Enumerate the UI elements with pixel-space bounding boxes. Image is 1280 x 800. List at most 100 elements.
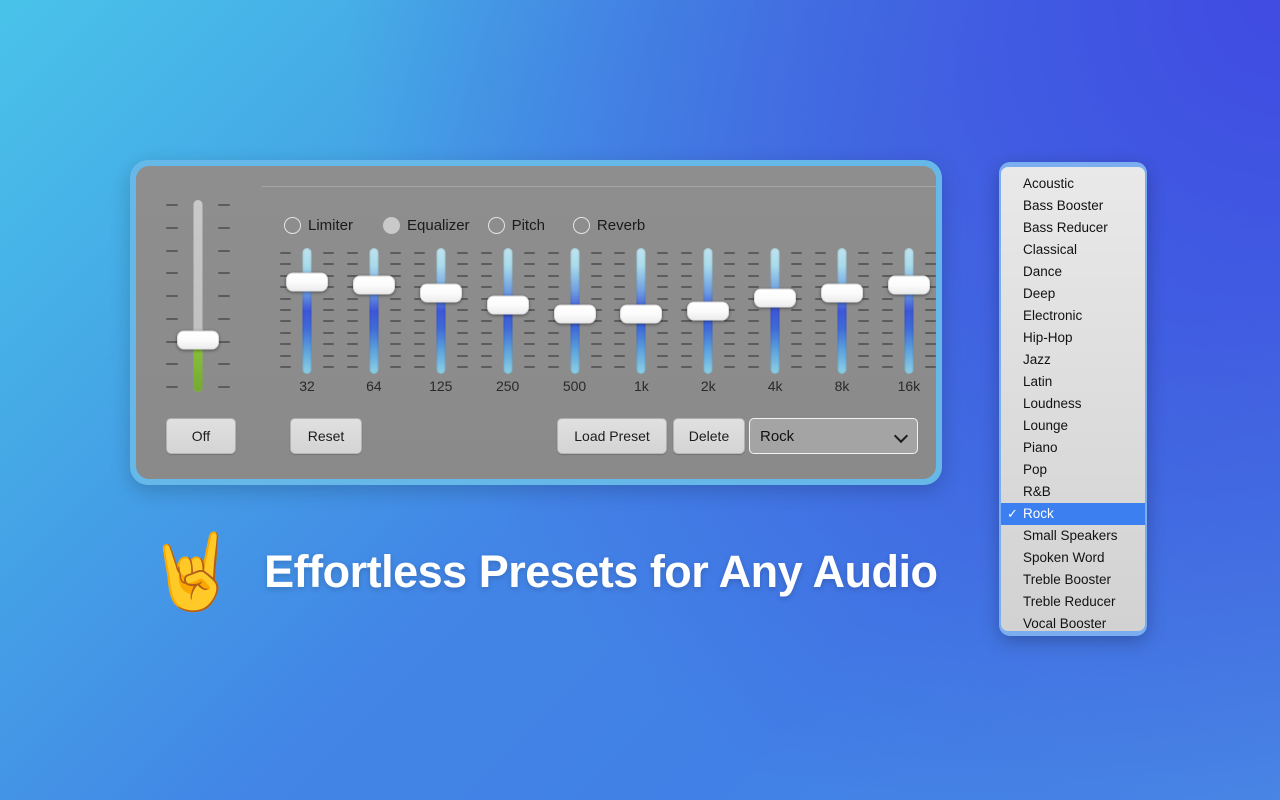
eq-band-tick — [748, 252, 760, 254]
eq-band-thumb[interactable] — [821, 283, 863, 303]
preset-menu-item[interactable]: Dance — [1001, 261, 1145, 283]
eq-band-thumb[interactable] — [486, 295, 529, 314]
eq-band-track[interactable] — [369, 248, 379, 374]
master-volume-slider[interactable] — [162, 196, 234, 396]
eq-band-thumb[interactable] — [352, 275, 395, 295]
preset-menu-item[interactable]: Acoustic — [1001, 173, 1145, 195]
eq-band-thumb[interactable] — [687, 301, 730, 321]
eq-band-thumb[interactable] — [286, 272, 328, 292]
preset-menu-item[interactable]: Small Speakers — [1001, 525, 1145, 547]
preset-menu-item-label: Deep — [1023, 286, 1056, 301]
preset-menu-item[interactable]: Latin — [1001, 371, 1145, 393]
preset-menu-item[interactable]: Classical — [1001, 239, 1145, 261]
eq-band-tick — [748, 366, 760, 368]
eq-band-4k: 4k — [746, 246, 804, 396]
eq-band-slider-16k[interactable] — [880, 246, 936, 376]
mode-radio-reverb[interactable]: Reverb — [572, 217, 645, 234]
eq-band-tick — [791, 252, 803, 254]
eq-band-tick — [681, 343, 693, 346]
preset-menu-item-label: Loudness — [1023, 396, 1082, 411]
eq-band-track[interactable] — [904, 248, 914, 374]
eq-band-slider-500[interactable] — [546, 246, 604, 376]
preset-menu-item[interactable]: Treble Booster — [1001, 569, 1145, 591]
eq-band-tick — [881, 252, 893, 254]
preset-menu-item[interactable]: Electronic — [1001, 305, 1145, 327]
preset-menu-item[interactable]: Deep — [1001, 283, 1145, 305]
eq-band-tick — [657, 297, 669, 300]
eq-band-track[interactable] — [770, 248, 780, 374]
preset-menu-item[interactable]: Bass Reducer — [1001, 217, 1145, 239]
preset-menu-item[interactable]: ✓ Rock — [1001, 503, 1145, 525]
eq-band-tick — [389, 343, 401, 346]
radio-button-icon[interactable] — [572, 217, 590, 234]
eq-band-slider-250[interactable] — [479, 246, 537, 376]
eq-band-thumb[interactable] — [620, 304, 663, 324]
preset-menu-item[interactable]: Loudness — [1001, 393, 1145, 415]
eq-band-thumb[interactable] — [887, 275, 930, 295]
load-preset-button[interactable]: Load Preset — [557, 418, 667, 454]
mode-radio-label: Equalizer — [407, 217, 470, 234]
preset-select[interactable]: Rock — [749, 418, 918, 454]
eq-band-tick — [724, 263, 736, 266]
eq-band-track[interactable] — [837, 248, 847, 374]
eq-band-tick — [724, 274, 736, 277]
eq-band-thumb[interactable] — [553, 304, 596, 324]
delete-preset-button[interactable]: Delete — [673, 418, 745, 454]
preset-menu-item[interactable]: Vocal Booster — [1001, 613, 1145, 631]
reset-button[interactable]: Reset — [290, 418, 362, 454]
radio-button-icon[interactable] — [383, 217, 401, 234]
eq-band-tick — [748, 354, 760, 357]
eq-band-slider-1k[interactable] — [612, 246, 670, 376]
eq-band-thumb[interactable] — [754, 288, 797, 308]
eq-band-tick — [614, 343, 626, 346]
eq-band-tick — [590, 331, 602, 334]
reset-button-label: Reset — [307, 428, 345, 444]
eq-band-tick — [748, 320, 760, 323]
preset-menu-item[interactable]: Spoken Word — [1001, 547, 1145, 569]
mode-radio-equalizer[interactable]: Equalizer — [383, 217, 470, 234]
eq-band-tick — [480, 252, 492, 254]
power-off-button[interactable]: Off — [166, 418, 236, 454]
master-slider-track[interactable] — [193, 200, 203, 392]
preset-dropdown-menu[interactable]: Acoustic Bass Booster Bass Reducer Classica… — [999, 162, 1147, 636]
eq-band-tick — [547, 343, 559, 346]
eq-band-slider-125[interactable] — [412, 246, 470, 376]
eq-band-tick — [413, 252, 425, 254]
mode-radio-limiter[interactable]: Limiter — [284, 217, 353, 234]
mode-radio-pitch[interactable]: Pitch — [487, 217, 545, 234]
eq-band-tick — [724, 286, 736, 289]
master-slider-thumb[interactable] — [177, 330, 219, 350]
preset-menu-item-label: Pop — [1023, 462, 1048, 477]
radio-button-icon[interactable] — [487, 217, 505, 234]
preset-menu-item[interactable]: Lounge — [1001, 415, 1145, 437]
preset-menu-item[interactable]: Jazz — [1001, 349, 1145, 371]
preset-menu-item[interactable]: Treble Reducer — [1001, 591, 1145, 613]
eq-band-slider-4k[interactable] — [746, 246, 804, 376]
preset-menu-item[interactable]: Hip-Hop — [1001, 327, 1145, 349]
eq-band-slider-64[interactable] — [345, 246, 403, 376]
preset-menu-item[interactable]: Bass Booster — [1001, 195, 1145, 217]
eq-band-tick — [614, 331, 626, 334]
eq-band-slider-32[interactable] — [278, 246, 336, 376]
eq-band-tick — [881, 343, 893, 346]
eq-band-tick — [346, 320, 358, 323]
preset-menu-item[interactable]: Pop — [1001, 459, 1145, 481]
eq-band-tick — [924, 263, 936, 266]
preset-menu-item[interactable]: R&B — [1001, 481, 1145, 503]
preset-menu-item-label: Vocal Booster — [1023, 616, 1107, 631]
eq-band-track[interactable] — [302, 248, 312, 374]
preset-menu-item[interactable]: Piano — [1001, 437, 1145, 459]
eq-band-tick — [456, 309, 468, 311]
eq-band-tick — [614, 263, 626, 266]
eq-band-thumb[interactable] — [419, 283, 462, 303]
preset-select-value: Rock — [760, 427, 795, 445]
radio-button-icon[interactable] — [284, 217, 301, 234]
eq-band-tick — [323, 263, 334, 266]
eq-band-tick — [881, 331, 893, 334]
eq-band-slider-2k[interactable] — [679, 246, 737, 376]
eq-band-slider-8k[interactable] — [813, 246, 871, 376]
eq-band-label: 8k — [834, 378, 850, 394]
eq-band-tick — [523, 354, 535, 357]
eq-band-track[interactable] — [436, 248, 446, 374]
eq-band-tick — [413, 309, 425, 311]
